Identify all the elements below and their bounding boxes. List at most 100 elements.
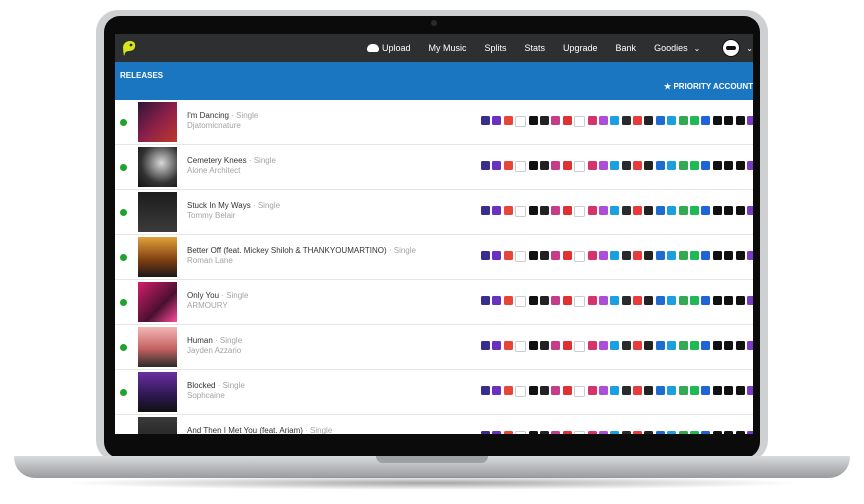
store-icon[interactable] [574,161,586,172]
store-icon[interactable] [574,251,586,262]
store-icon[interactable] [690,116,700,125]
store-icon[interactable] [678,251,688,260]
release-title[interactable]: Only You [187,291,219,300]
store-icon[interactable] [515,386,527,397]
store-icon[interactable] [735,116,745,125]
release-row[interactable]: Cemetery Knees · Single Alone Architect [115,145,753,190]
store-icon[interactable] [667,116,677,125]
store-icon[interactable] [481,386,490,395]
store-icon[interactable] [667,161,677,170]
store-icon[interactable] [539,116,549,125]
store-icon[interactable] [621,431,631,434]
store-icon[interactable] [746,341,753,350]
logo-icon[interactable] [121,39,137,57]
store-icon[interactable] [515,431,527,434]
store-icon[interactable] [492,296,502,305]
account-menu[interactable]: ⌄ [718,39,753,57]
store-icon[interactable] [574,431,586,434]
store-icon[interactable] [735,431,745,434]
store-icon[interactable] [539,296,549,305]
store-icon[interactable] [492,386,502,395]
store-icon[interactable] [610,116,620,125]
cover-art[interactable] [138,327,177,367]
nav-upload[interactable]: Upload [366,43,410,53]
store-icon[interactable] [644,431,654,434]
store-icon[interactable] [633,161,643,170]
store-icon[interactable] [621,161,631,170]
store-icon[interactable] [528,116,538,125]
cover-art[interactable] [138,417,177,434]
release-row[interactable]: And Then I Met You (feat. Ariam) · Singl… [115,415,753,434]
store-icon[interactable] [712,296,722,305]
store-icon[interactable] [690,296,700,305]
store-icon[interactable] [724,341,734,350]
store-icon[interactable] [712,251,722,260]
store-icon[interactable] [551,206,561,215]
cover-art[interactable] [138,102,177,142]
release-title[interactable]: Stuck In My Ways [187,201,251,210]
store-icon[interactable] [724,161,734,170]
store-icon[interactable] [701,206,711,215]
nav-stats[interactable]: Stats [525,43,546,53]
store-icon[interactable] [610,161,620,170]
nav-splits[interactable]: Splits [484,43,506,53]
store-icon[interactable] [551,386,561,395]
store-icon[interactable] [539,341,549,350]
store-icon[interactable] [712,431,722,434]
store-icon[interactable] [492,161,502,170]
store-icon[interactable] [735,296,745,305]
store-icon[interactable] [633,296,643,305]
store-icon[interactable] [701,431,711,434]
store-icon[interactable] [503,116,513,125]
store-icon[interactable] [551,116,561,125]
store-icon[interactable] [528,431,538,434]
store-icon[interactable] [515,161,527,172]
store-icon[interactable] [528,296,538,305]
store-icon[interactable] [724,431,734,434]
store-icon[interactable] [655,161,665,170]
store-icon[interactable] [539,206,549,215]
store-icon[interactable] [633,431,643,434]
cover-art[interactable] [138,192,177,232]
nav-upgrade[interactable]: Upgrade [563,43,598,53]
release-title[interactable]: Blocked [187,381,215,390]
store-icon[interactable] [667,206,677,215]
store-icon[interactable] [644,116,654,125]
store-icon[interactable] [587,386,597,395]
store-icon[interactable] [562,431,572,434]
store-icon[interactable] [481,431,490,434]
store-icon[interactable] [598,206,608,215]
store-icon[interactable] [690,206,700,215]
store-icon[interactable] [690,431,700,434]
store-icon[interactable] [701,341,711,350]
store-icon[interactable] [690,251,700,260]
store-icon[interactable] [655,386,665,395]
store-icon[interactable] [655,431,665,434]
store-icon[interactable] [655,251,665,260]
nav-goodies[interactable]: Goodies ⌄ [654,43,700,53]
store-icon[interactable] [551,296,561,305]
store-icon[interactable] [678,296,688,305]
store-icon[interactable] [587,206,597,215]
store-icon[interactable] [678,386,688,395]
store-icon[interactable] [621,251,631,260]
store-icon[interactable] [515,341,527,352]
store-icon[interactable] [735,161,745,170]
store-icon[interactable] [724,386,734,395]
store-icon[interactable] [735,341,745,350]
store-icon[interactable] [712,116,722,125]
store-icon[interactable] [667,251,677,260]
store-icon[interactable] [678,341,688,350]
store-icon[interactable] [481,251,490,260]
store-icon[interactable] [621,206,631,215]
store-icon[interactable] [701,161,711,170]
store-icon[interactable] [598,341,608,350]
store-icon[interactable] [633,251,643,260]
store-icon[interactable] [587,251,597,260]
store-icon[interactable] [724,251,734,260]
release-row[interactable]: Stuck In My Ways · Single Tommy Belair [115,190,753,235]
store-icon[interactable] [562,386,572,395]
store-icon[interactable] [690,341,700,350]
store-icon[interactable] [621,386,631,395]
store-icon[interactable] [587,431,597,434]
